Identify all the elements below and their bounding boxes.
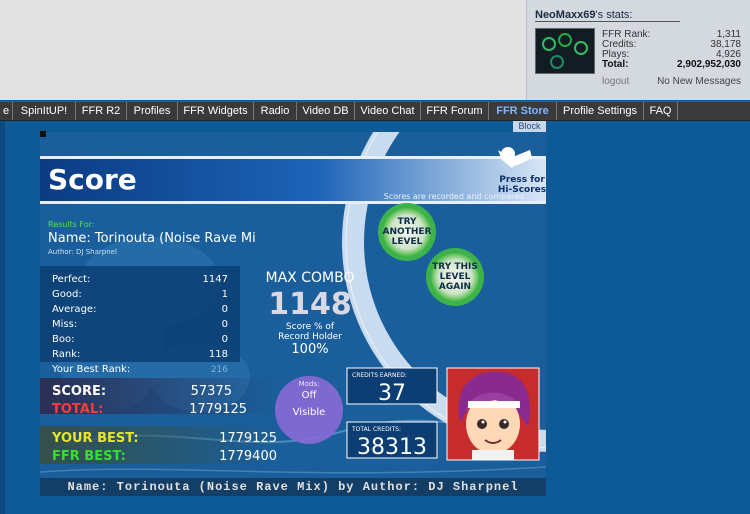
corner-marker: [40, 131, 46, 137]
judgement-label: Rank:: [52, 349, 80, 360]
results-canvas: Score Press for Hi-Scores Scores are rec…: [40, 132, 546, 493]
svg-text:ANOTHER: ANOTHER: [383, 227, 432, 237]
visible-mod: Visible: [293, 407, 326, 418]
best-rank-label: Your Best Rank:: [51, 364, 130, 375]
nav-item-ffr-forum[interactable]: FFR Forum: [421, 102, 489, 120]
mods-value: Off: [302, 390, 318, 401]
max-combo-label: MAX COMBO: [266, 270, 355, 286]
judgement-label: Boo:: [52, 334, 74, 345]
svg-text:LEVEL: LEVEL: [392, 237, 423, 247]
total-credits-label: TOTAL CREDITS:: [351, 426, 401, 433]
ffr-best-value: 1779400: [219, 449, 277, 464]
screen-title: Score: [48, 163, 137, 196]
score-percent-value: 100%: [291, 342, 328, 357]
stats-title-underline: [535, 21, 680, 22]
score-percent-label-1: Score % of: [286, 322, 335, 332]
song-footer-bar: Name: Torinouta (Noise Rave Mix) by Auth…: [40, 478, 546, 496]
svg-text:TRY: TRY: [397, 217, 417, 227]
nav-item-video-chat[interactable]: Video Chat: [355, 102, 421, 120]
total-label: TOTAL:: [52, 402, 103, 417]
game-results-screen: Score Press for Hi-Scores Scores are rec…: [40, 132, 546, 493]
user-avatar-thumbnail[interactable]: [535, 28, 595, 74]
nav-item-video-db[interactable]: Video DB: [297, 102, 355, 120]
score-value: 57375: [191, 384, 232, 399]
svg-text:LEVEL: LEVEL: [440, 272, 471, 282]
scores-recorded-note: Scores are recorded and compared: [384, 192, 524, 201]
judgement-value: 118: [209, 349, 228, 360]
block-button[interactable]: Block: [513, 121, 546, 132]
stats-title: NeoMaxx69's stats:: [535, 9, 633, 21]
nav-item-profile-settings[interactable]: Profile Settings: [557, 102, 644, 120]
nav-item-ffr-store[interactable]: FFR Store: [489, 102, 557, 120]
judgement-value: 0: [222, 304, 228, 315]
stats-footer: logout No New Messages: [602, 76, 741, 87]
results-for-label: Results For:: [48, 220, 94, 229]
judgement-value: 1: [222, 289, 228, 300]
title-banner-bottom-rule: [40, 201, 546, 204]
mods-label: Mods:: [299, 380, 320, 388]
nav-item-spinitup[interactable]: SpinItUP!: [13, 102, 76, 120]
song-author: Author: DJ Sharpnel: [48, 248, 117, 256]
score-percent-label-2: Record Holder: [278, 332, 342, 342]
nav-item-ffr-widgets[interactable]: FFR Widgets: [178, 102, 254, 120]
nav-item-radio[interactable]: Radio: [254, 102, 297, 120]
press-for-label[interactable]: Press for: [499, 175, 545, 185]
total-credits-value: 38313: [357, 435, 427, 460]
main-nav-bar: e SpinItUP! FFR R2 Profiles FFR Widgets …: [0, 101, 750, 121]
user-stats-panel: NeoMaxx69's stats: FFR Rank: 1,311 Credit…: [526, 0, 750, 100]
max-combo-value: 1148: [268, 287, 352, 322]
your-best-label: YOUR BEST:: [51, 431, 139, 446]
ffr-best-label: FFR BEST:: [52, 449, 126, 464]
score-label: SCORE:: [52, 384, 106, 399]
messages-link[interactable]: No New Messages: [657, 76, 741, 87]
stat-row-total: Total: 2,902,952,030: [602, 59, 741, 70]
character-avatar: [446, 367, 540, 461]
svg-text:TRY THIS: TRY THIS: [432, 262, 478, 272]
try-this-level-again-button[interactable]: TRY THIS LEVEL AGAIN: [426, 248, 484, 306]
judgement-label: Good:: [52, 289, 82, 300]
judgement-value: 0: [222, 319, 228, 330]
nav-item-partial[interactable]: e: [0, 102, 13, 120]
page-left-edge: [0, 121, 5, 514]
svg-text:AGAIN: AGAIN: [439, 282, 471, 292]
credits-earned-value: 37: [378, 381, 406, 406]
total-value: 1779125: [189, 402, 247, 417]
try-another-level-button[interactable]: TRY ANOTHER LEVEL: [378, 203, 436, 261]
judgement-value: 0: [222, 334, 228, 345]
logout-link[interactable]: logout: [602, 76, 629, 87]
nav-item-faq[interactable]: FAQ: [644, 102, 678, 120]
judgement-label: Perfect:: [52, 274, 90, 285]
judgement-value: 1147: [203, 274, 228, 285]
title-banner-top-rule: [40, 156, 546, 159]
your-best-value: 1779125: [219, 431, 277, 446]
judgement-label: Miss:: [52, 319, 77, 330]
credits-earned-label: CREDITS EARNED:: [352, 372, 407, 379]
nav-item-ffr-r2[interactable]: FFR R2: [76, 102, 127, 120]
nav-item-profiles[interactable]: Profiles: [127, 102, 178, 120]
song-name: Name: Torinouta (Noise Rave Mi: [48, 231, 256, 246]
best-rank-value: 216: [211, 365, 228, 375]
username-link[interactable]: NeoMaxx69: [535, 9, 596, 21]
judgement-label: Average:: [52, 304, 96, 315]
